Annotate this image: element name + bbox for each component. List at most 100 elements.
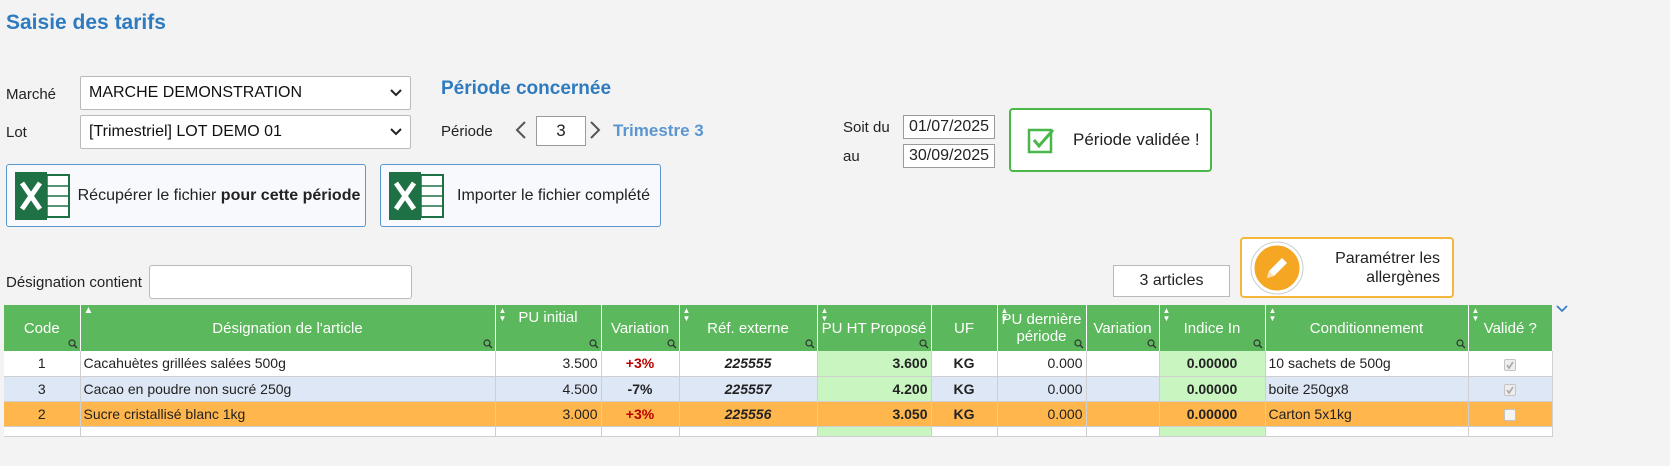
- recuperer-bold: pour cette période: [220, 186, 361, 204]
- filter-icon[interactable]: [918, 339, 929, 349]
- parametrer-allergenes-button[interactable]: Paramétrer les allergènes: [1240, 237, 1454, 298]
- period-input[interactable]: 3: [536, 116, 586, 146]
- col-header-pu-ht-propose[interactable]: ▲ ▼ PU HT Proposé: [817, 305, 932, 351]
- lot-label: Lot: [6, 124, 27, 141]
- cell-pu-ht-propose[interactable]: 3.050: [817, 401, 932, 427]
- chevron-right-icon: [590, 121, 601, 139]
- check-icon: [1506, 361, 1514, 369]
- designation-filter-label: Désignation contient: [6, 274, 142, 291]
- cell-uf: KG: [931, 401, 998, 427]
- cell-code: 3: [4, 376, 81, 402]
- cell-variation: -7%: [601, 376, 680, 402]
- articles-count: 3 articles: [1113, 265, 1230, 297]
- cell-indice[interactable]: 0.00000: [1159, 401, 1266, 427]
- table-row-empty: [4, 426, 1553, 437]
- periode-validee-badge[interactable]: Période validée !: [1009, 108, 1212, 172]
- importer-fichier-button[interactable]: Importer le fichier complété: [380, 164, 661, 227]
- cell-designation: Cacao en poudre non sucré 250g: [80, 376, 496, 402]
- cell-pu-derniere: 0.000: [997, 351, 1087, 377]
- periode-section-title: Période concernée: [441, 78, 612, 99]
- cell-empty: [679, 426, 818, 437]
- designation-filter-input[interactable]: [149, 265, 412, 299]
- sort-icon[interactable]: ▲ ▼: [1001, 307, 1009, 323]
- col-header-pu-initial[interactable]: ▲ ▼ PU initial: [495, 305, 602, 351]
- sort-icon[interactable]: ▲ ▼: [1472, 307, 1480, 323]
- periode-label: Période: [441, 123, 493, 140]
- filter-icon[interactable]: [1073, 339, 1084, 349]
- cell-empty: [1086, 426, 1160, 437]
- recuperer-fichier-button[interactable]: Récupérer le fichier pour cette période: [6, 164, 366, 227]
- cell-empty: [817, 426, 932, 437]
- col-header-uf[interactable]: UF: [931, 305, 998, 351]
- col-header-conditionnement[interactable]: ▲ ▼ Conditionnement: [1265, 305, 1469, 351]
- date-to-field[interactable]: 30/09/2025: [903, 144, 995, 168]
- col-header-variation-2[interactable]: Variation: [1086, 305, 1160, 351]
- col-header-indice[interactable]: ▲ ▼ Indice In: [1159, 305, 1266, 351]
- cell-empty: [1265, 426, 1469, 437]
- check-icon: [1027, 128, 1055, 154]
- sort-icon[interactable]: ▲ ▼: [821, 307, 829, 323]
- importer-fichier-label: Importer le fichier complété: [457, 186, 650, 204]
- table-row[interactable]: 1 Cacahuètes grillées salées 500g 3.500 …: [4, 351, 1553, 377]
- allergenes-line2: allergènes: [1366, 268, 1440, 286]
- pencil-icon: [1250, 241, 1304, 294]
- marche-select[interactable]: MARCHE DEMONSTRATION: [80, 76, 411, 110]
- col-header-label: Indice In: [1183, 319, 1241, 337]
- cell-pu-ht-propose[interactable]: 4.200: [817, 376, 932, 402]
- sort-icon[interactable]: ▲: [84, 306, 94, 316]
- cell-empty: [80, 426, 496, 437]
- cell-pu-initial: 4.500: [495, 376, 602, 402]
- cell-conditionnement: Carton 5x1kg: [1265, 401, 1469, 427]
- cell-valide: [1468, 376, 1553, 402]
- col-header-valide[interactable]: ▲ ▼ Validé ?: [1468, 305, 1552, 351]
- col-header-designation[interactable]: ▲ Désignation de l'article: [80, 305, 496, 351]
- chevron-down-icon: [390, 128, 402, 136]
- cell-designation: Sucre cristallisé blanc 1kg: [80, 401, 496, 427]
- period-next-button[interactable]: [588, 120, 602, 144]
- chevron-down-icon[interactable]: [1555, 304, 1569, 314]
- cell-empty: [931, 426, 998, 437]
- periode-validee-label: Période validée !: [1073, 130, 1200, 149]
- tarifs-table: Code ▲ Désignation de l'article ▲ ▼ PU in…: [4, 305, 1553, 437]
- valide-checkbox[interactable]: [1504, 358, 1516, 371]
- cell-conditionnement: 10 sachets de 500g: [1265, 351, 1469, 377]
- col-header-variation[interactable]: Variation: [601, 305, 680, 351]
- col-header-code[interactable]: Code: [4, 305, 81, 351]
- filter-icon[interactable]: [482, 339, 493, 349]
- table-row[interactable]: 3 Cacao en poudre non sucré 250g 4.500 -…: [4, 376, 1553, 402]
- sort-icon[interactable]: ▲ ▼: [683, 307, 691, 323]
- period-prev-button[interactable]: [514, 120, 528, 144]
- col-header-label: UF: [954, 319, 974, 337]
- cell-valide: [1468, 401, 1553, 427]
- col-header-ref-externe[interactable]: ▲ ▼ Réf. externe: [679, 305, 818, 351]
- valide-checkbox[interactable]: [1504, 383, 1516, 396]
- filter-icon[interactable]: [588, 339, 599, 349]
- lot-select[interactable]: [Trimestriel] LOT DEMO 01: [80, 115, 411, 149]
- page-title: Saisie des tarifs: [6, 11, 166, 34]
- soit-du-label: Soit du: [843, 119, 890, 136]
- filter-icon[interactable]: [804, 339, 815, 349]
- col-header-pu-derniere[interactable]: ▲ ▼ PU dernière période: [997, 305, 1087, 351]
- filter-icon[interactable]: [67, 339, 78, 349]
- cell-indice[interactable]: 0.00000: [1159, 376, 1266, 402]
- cell-variation: +3%: [601, 401, 680, 427]
- cell-variation-2: [1086, 401, 1160, 427]
- cell-indice[interactable]: 0.00000: [1159, 351, 1266, 377]
- trimestre-label: Trimestre 3: [613, 121, 704, 140]
- parametrer-allergenes-label: Paramétrer les allergènes: [1306, 249, 1452, 287]
- filter-icon[interactable]: [666, 339, 677, 349]
- valide-checkbox[interactable]: [1504, 408, 1516, 421]
- cell-code: 1: [4, 351, 81, 377]
- cell-uf: KG: [931, 351, 998, 377]
- filter-icon[interactable]: [1252, 339, 1263, 349]
- col-header-label: Code: [23, 319, 60, 337]
- date-from-field[interactable]: 01/07/2025: [903, 115, 995, 139]
- sort-icon[interactable]: ▲ ▼: [1269, 307, 1277, 323]
- filter-icon[interactable]: [1455, 339, 1466, 349]
- cell-pu-ht-propose[interactable]: 3.600: [817, 351, 932, 377]
- col-header-label: Désignation de l'article: [212, 319, 363, 337]
- sort-icon[interactable]: ▲ ▼: [499, 307, 507, 323]
- sort-icon[interactable]: ▲ ▼: [1163, 307, 1171, 323]
- filter-icon[interactable]: [1146, 339, 1157, 349]
- table-row[interactable]: 2 Sucre cristallisé blanc 1kg 3.000 +3% …: [4, 401, 1553, 427]
